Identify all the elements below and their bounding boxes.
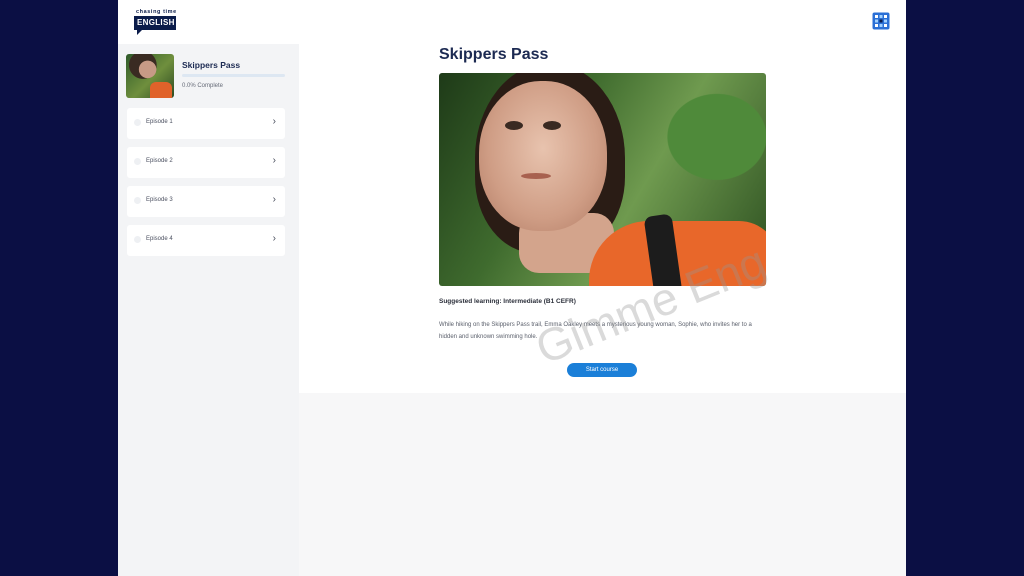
top-bar: chasing time ENGLISH [118, 0, 906, 44]
course-description: While hiking on the Skippers Pass trail,… [439, 322, 752, 340]
episode-label: Episode 1 [146, 119, 173, 125]
course-detail-card: Skippers Pass Suggested learning: Interm… [299, 44, 906, 393]
app-frame: chasing time ENGLISH Skippers Pass 0.0% … [118, 0, 906, 576]
chevron-right-icon: › [272, 116, 276, 127]
chevron-right-icon: › [272, 194, 276, 205]
course-progress-text: 0.0% Complete [182, 83, 224, 89]
page-title: Skippers Pass [439, 46, 549, 63]
course-sidebar: Skippers Pass 0.0% Complete Episode 1 › … [118, 44, 299, 576]
sidebar-item-episode-2[interactable]: Episode 2 › [127, 147, 285, 178]
course-progress-bar [182, 74, 285, 77]
chevron-right-icon: › [272, 155, 276, 166]
logo-wordmark: ENGLISH [134, 16, 176, 30]
start-course-button[interactable]: Start course [567, 363, 637, 377]
sidebar-item-episode-4[interactable]: Episode 4 › [127, 225, 285, 256]
episode-status-icon [134, 119, 141, 126]
episode-label: Episode 4 [146, 236, 173, 242]
grid-icon[interactable] [872, 12, 890, 30]
chasing-time-english-logo[interactable]: chasing time ENGLISH [134, 9, 182, 35]
course-hero-image [439, 73, 766, 286]
episode-status-icon [134, 197, 141, 204]
suggested-level: Suggested learning: Intermediate (B1 CEF… [439, 298, 576, 305]
episode-status-icon [134, 158, 141, 165]
sidebar-item-episode-1[interactable]: Episode 1 › [127, 108, 285, 139]
course-thumbnail [126, 54, 174, 98]
logo-tagline: chasing time [136, 9, 177, 15]
episode-status-icon [134, 236, 141, 243]
sidebar-course-title: Skippers Pass [182, 60, 241, 70]
logo-speech-tail [137, 30, 142, 35]
episode-label: Episode 3 [146, 197, 173, 203]
episode-label: Episode 2 [146, 158, 173, 164]
sidebar-item-episode-3[interactable]: Episode 3 › [127, 186, 285, 217]
course-summary[interactable]: Skippers Pass 0.0% Complete [126, 54, 286, 100]
chevron-right-icon: › [272, 233, 276, 244]
